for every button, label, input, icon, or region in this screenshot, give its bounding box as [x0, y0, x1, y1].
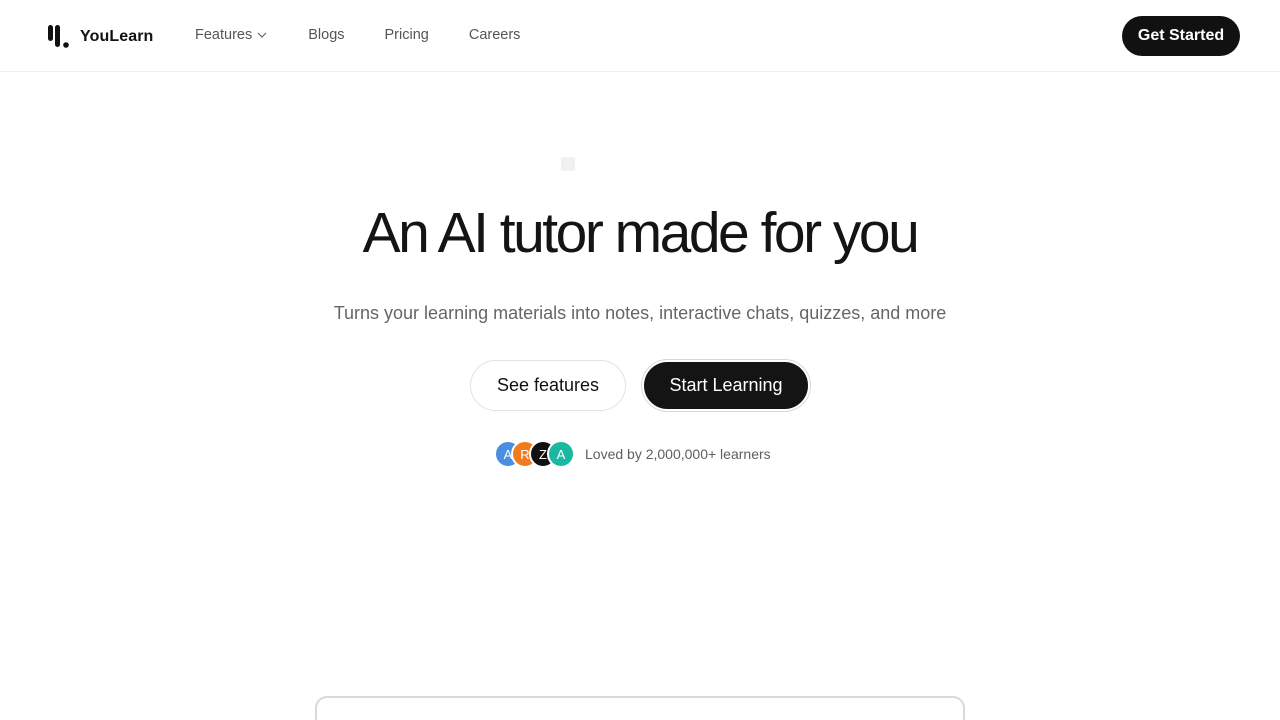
navbar: YouLearn Features Blogs Pricing Careers … — [0, 0, 1280, 72]
decorative-badge-icon — [561, 157, 575, 171]
get-started-button[interactable]: Get Started — [1122, 16, 1240, 56]
start-learning-button[interactable]: Start Learning — [642, 360, 810, 411]
nav-item-features[interactable]: Features — [195, 27, 268, 43]
nav-item-blogs[interactable]: Blogs — [308, 27, 344, 43]
hero-subtitle: Turns your learning materials into notes… — [333, 303, 947, 323]
nav-item-label: Features — [195, 27, 253, 43]
nav-links: Features Blogs Pricing Careers — [195, 27, 560, 43]
logo[interactable]: YouLearn — [46, 24, 153, 50]
social-proof-text: Loved by 2,000,000+ learners — [585, 446, 771, 462]
youlearn-logo-icon — [48, 25, 69, 48]
see-features-button[interactable]: See features — [470, 360, 626, 411]
hero-title: An AI tutor made for you — [362, 201, 920, 265]
social-proof: A R Z A Loved by 2,000,000+ learners — [494, 440, 771, 468]
avatar-stack: A R Z A — [494, 440, 576, 468]
chevron-down-icon — [256, 29, 268, 41]
brand-name: YouLearn — [80, 28, 154, 45]
avatar: A — [547, 440, 575, 468]
product-preview-card — [315, 696, 965, 720]
nav-item-pricing[interactable]: Pricing — [385, 27, 429, 43]
nav-item-careers[interactable]: Careers — [469, 27, 521, 43]
